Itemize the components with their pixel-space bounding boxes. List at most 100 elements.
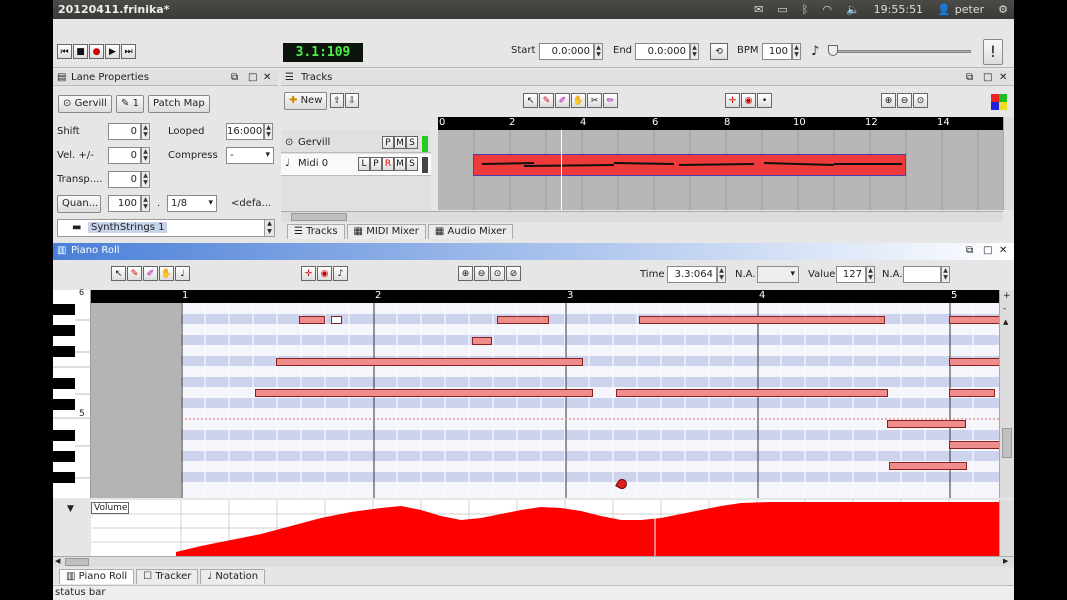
tempo-slider-thumb[interactable] — [828, 45, 838, 56]
quantize-button[interactable]: Quan... — [57, 195, 101, 213]
speaker-icon[interactable]: 🔈 — [846, 3, 860, 16]
loop-icon[interactable]: ⟲ — [710, 43, 728, 60]
note-length-icon[interactable]: ♪ — [333, 266, 348, 281]
tracks-maximize-icon[interactable]: □ — [983, 70, 992, 85]
looped-field[interactable]: 16:000 — [226, 123, 264, 140]
midi-note[interactable] — [472, 337, 492, 345]
midi-note-selected[interactable] — [331, 316, 342, 324]
controller-lane-toggle[interactable]: ▼ — [53, 500, 91, 556]
tracks-ruler[interactable]: 0 2 4 6 8 10 12 14 — [438, 117, 1003, 130]
midi-note[interactable] — [949, 441, 999, 449]
time-spinner[interactable]: ▲ ▼ — [717, 266, 726, 283]
instrument-selector[interactable]: ▬ SynthStrings 1 ▲ ▼ — [57, 219, 275, 237]
tab-tracker[interactable]: ☐ Tracker — [136, 569, 199, 584]
zoom-fit-icon[interactable]: ⊙ — [913, 93, 928, 108]
scroll-left-icon[interactable]: ◀ — [55, 557, 60, 565]
zoom-fit-icon[interactable]: ⊘ — [506, 266, 521, 281]
move-up-icon[interactable]: ⇧ — [330, 93, 344, 108]
tracks-scroll-thumb[interactable] — [291, 213, 347, 221]
zoom-plus-icon[interactable]: + — [1003, 291, 1011, 301]
draw-tool-icon[interactable]: ✎ — [539, 93, 554, 108]
quantize-strength-spinner[interactable]: ▲ ▼ — [141, 195, 150, 212]
select-tool-icon[interactable]: ↖ — [523, 93, 538, 108]
draw-tool-icon[interactable]: ✎ — [127, 266, 142, 281]
track-header-gervill[interactable]: ⊙ Gervill P M S — [281, 133, 431, 153]
controller-lane[interactable]: Volume — [91, 500, 999, 556]
bpm-field[interactable]: 100 — [762, 43, 792, 60]
mail-icon[interactable]: ✉ — [754, 3, 763, 16]
battery-icon[interactable]: ▭ — [777, 3, 787, 16]
metronome-icon[interactable]: ♪ — [811, 44, 819, 59]
color-palette-icon[interactable] — [991, 94, 1007, 110]
new-track-button[interactable]: ✚ New — [284, 92, 328, 110]
dot-icon[interactable]: • — [757, 93, 772, 108]
track-solo-button[interactable]: S — [406, 136, 418, 149]
na-field-2[interactable] — [903, 266, 941, 283]
compress-select[interactable]: - — [226, 147, 274, 164]
value-spinner[interactable]: ▲ ▼ — [866, 266, 875, 283]
zoom-in-icon[interactable]: ⊕ — [458, 266, 473, 281]
looped-spinner[interactable]: ▲ ▼ — [264, 123, 273, 140]
snap-icon[interactable]: ✛ — [301, 266, 316, 281]
track-header-midi[interactable]: ♩ Midi 0 L P R M S — [281, 154, 431, 176]
undock-icon[interactable]: ⧉ — [231, 70, 238, 85]
midi-note[interactable] — [949, 389, 995, 397]
tab-audio-mixer[interactable]: ▦ Audio Mixer — [427, 224, 514, 239]
controller-scrollbar[interactable] — [999, 500, 1014, 556]
erase-tool-icon[interactable]: ✏ — [603, 93, 618, 108]
zoom-minus-icon[interactable]: - — [1003, 304, 1006, 314]
midi-part[interactable] — [473, 154, 906, 176]
piano-maximize-icon[interactable]: □ — [983, 243, 992, 259]
follow-icon[interactable]: ◉ — [317, 266, 332, 281]
piano-close-icon[interactable]: ✕ — [999, 243, 1007, 259]
time-field[interactable]: 3.3:064 — [667, 266, 717, 283]
close-icon[interactable]: ✕ — [263, 70, 271, 85]
start-spinner[interactable]: ▲ ▼ — [594, 43, 603, 60]
midi-note[interactable] — [255, 389, 593, 397]
forward-button[interactable]: ⏭ — [121, 44, 136, 59]
shift-spinner[interactable]: ▲ ▼ — [141, 123, 150, 140]
chevron-down-icon[interactable]: ▼ — [67, 504, 74, 514]
quantize-strength-field[interactable]: 100 — [108, 195, 141, 212]
clock[interactable]: 19:55:51 — [874, 3, 923, 16]
tab-notation[interactable]: ♩ Notation — [200, 569, 266, 584]
piano-scroll-thumb[interactable] — [1002, 428, 1012, 458]
track-lock-button[interactable]: L — [358, 157, 370, 171]
midi-note[interactable] — [616, 389, 888, 397]
piano-h-scroll-thumb[interactable] — [65, 558, 89, 566]
zoom-out-icon[interactable]: ⊖ — [897, 93, 912, 108]
velocity-field[interactable]: 0 — [108, 147, 141, 164]
zoom-vertical-icon[interactable]: ⊙ — [490, 266, 505, 281]
rewind-button[interactable]: ⏮ — [57, 44, 72, 59]
midi-note[interactable] — [299, 316, 325, 324]
glue-tool-icon[interactable]: ✋ — [571, 93, 586, 108]
hand-tool-icon[interactable]: ✋ — [159, 266, 174, 281]
zoom-out-icon[interactable]: ⊖ — [474, 266, 489, 281]
end-field[interactable]: 0.0:000 — [635, 43, 690, 60]
synth-button[interactable]: ⊙ Gervill — [58, 95, 112, 113]
stop-button[interactable]: ■ — [73, 44, 88, 59]
user-icon[interactable]: 👤 — [937, 3, 951, 16]
follow-icon[interactable]: ◉ — [741, 93, 756, 108]
tab-piano-roll[interactable]: ▥ Piano Roll — [59, 569, 135, 584]
tracks-undock-icon[interactable]: ⧉ — [966, 70, 973, 85]
bpm-spinner[interactable]: ▲ ▼ — [792, 43, 801, 60]
na-spinner-2[interactable]: ▲ ▼ — [941, 266, 950, 283]
play-button[interactable]: ▶ — [105, 44, 120, 59]
tracks-timeline[interactable] — [438, 130, 1003, 210]
snap-icon[interactable]: ✛ — [725, 93, 740, 108]
line-tool-icon[interactable]: ✐ — [555, 93, 570, 108]
piano-horizontal-scrollbar[interactable]: ◀ ▶ — [53, 556, 1014, 567]
midi-note[interactable] — [889, 462, 967, 470]
piano-roll-ruler[interactable]: 1 2 3 4 5 — [181, 290, 999, 303]
select-tool-icon[interactable]: ↖ — [111, 266, 126, 281]
track-solo-button[interactable]: S — [406, 157, 418, 171]
track-record-button[interactable]: R — [382, 157, 394, 171]
transpose-field[interactable]: 0 — [108, 171, 141, 188]
cut-tool-icon[interactable]: ✂ — [587, 93, 602, 108]
tempo-slider[interactable] — [829, 50, 971, 53]
move-down-icon[interactable]: ⇩ — [345, 93, 359, 108]
midi-note[interactable] — [887, 420, 966, 428]
bluetooth-icon[interactable]: ᛒ — [802, 3, 809, 16]
piano-keyboard[interactable]: 6 5 — [53, 288, 91, 498]
